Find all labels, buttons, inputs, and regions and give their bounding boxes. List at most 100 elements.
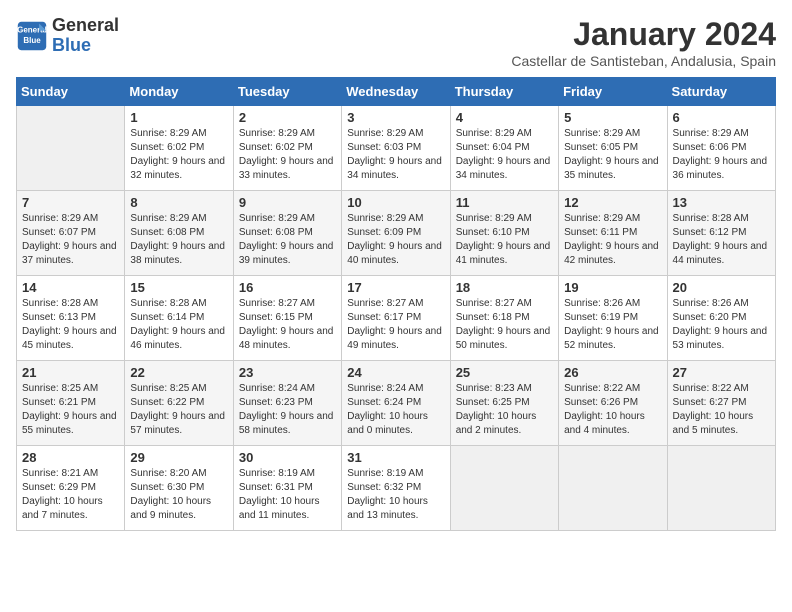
page-header: General Blue General Blue January 2024 C… bbox=[16, 16, 776, 69]
calendar-cell: 30 Sunrise: 8:19 AMSunset: 6:31 PMDayligh… bbox=[233, 446, 341, 531]
weekday-header-row: SundayMondayTuesdayWednesdayThursdayFrid… bbox=[17, 78, 776, 106]
weekday-header-cell: Wednesday bbox=[342, 78, 450, 106]
logo-text: General Blue bbox=[52, 16, 119, 56]
day-number: 30 bbox=[239, 450, 336, 465]
calendar-cell: 11 Sunrise: 8:29 AMSunset: 6:10 PMDayligh… bbox=[450, 191, 558, 276]
day-info: Sunrise: 8:19 AMSunset: 6:31 PMDaylight:… bbox=[239, 467, 336, 523]
calendar-cell bbox=[559, 446, 667, 531]
weekday-header-cell: Sunday bbox=[17, 78, 125, 106]
calendar-cell: 10 Sunrise: 8:29 AMSunset: 6:09 PMDayligh… bbox=[342, 191, 450, 276]
day-number: 4 bbox=[456, 110, 553, 125]
calendar-cell: 28 Sunrise: 8:21 AMSunset: 6:29 PMDayligh… bbox=[17, 446, 125, 531]
location: Castellar de Santisteban, Andalusia, Spa… bbox=[511, 53, 776, 69]
day-number: 7 bbox=[22, 195, 119, 210]
day-number: 20 bbox=[673, 280, 770, 295]
svg-text:Blue: Blue bbox=[23, 36, 41, 45]
day-info: Sunrise: 8:19 AMSunset: 6:32 PMDaylight:… bbox=[347, 467, 444, 523]
day-info: Sunrise: 8:26 AMSunset: 6:19 PMDaylight:… bbox=[564, 297, 661, 353]
day-info: Sunrise: 8:28 AMSunset: 6:12 PMDaylight:… bbox=[673, 212, 770, 268]
day-info: Sunrise: 8:29 AMSunset: 6:10 PMDaylight:… bbox=[456, 212, 553, 268]
day-info: Sunrise: 8:25 AMSunset: 6:22 PMDaylight:… bbox=[130, 382, 227, 438]
day-number: 15 bbox=[130, 280, 227, 295]
logo-icon: General Blue bbox=[16, 20, 48, 52]
calendar-cell: 5 Sunrise: 8:29 AMSunset: 6:05 PMDaylight… bbox=[559, 106, 667, 191]
calendar-cell: 17Sunrise: 8:27 AMSunset: 6:17 PMDayligh… bbox=[342, 276, 450, 361]
calendar-cell: 27Sunrise: 8:22 AMSunset: 6:27 PMDayligh… bbox=[667, 361, 775, 446]
day-info: Sunrise: 8:29 AMSunset: 6:04 PMDaylight:… bbox=[456, 127, 553, 183]
weekday-header-cell: Friday bbox=[559, 78, 667, 106]
day-info: Sunrise: 8:28 AMSunset: 6:14 PMDaylight:… bbox=[130, 297, 227, 353]
weekday-header-cell: Thursday bbox=[450, 78, 558, 106]
day-number: 24 bbox=[347, 365, 444, 380]
weekday-header-cell: Tuesday bbox=[233, 78, 341, 106]
day-info: Sunrise: 8:29 AMSunset: 6:02 PMDaylight:… bbox=[130, 127, 227, 183]
day-number: 29 bbox=[130, 450, 227, 465]
calendar-cell: 14 Sunrise: 8:28 AMSunset: 6:13 PMDayligh… bbox=[17, 276, 125, 361]
calendar-cell bbox=[667, 446, 775, 531]
calendar-cell: 7 Sunrise: 8:29 AMSunset: 6:07 PMDaylight… bbox=[17, 191, 125, 276]
calendar-cell: 26 Sunrise: 8:22 AMSunset: 6:26 PMDayligh… bbox=[559, 361, 667, 446]
calendar-cell: 29Sunrise: 8:20 AMSunset: 6:30 PMDayligh… bbox=[125, 446, 233, 531]
day-number: 27 bbox=[673, 365, 770, 380]
day-number: 6 bbox=[673, 110, 770, 125]
day-info: Sunrise: 8:29 AMSunset: 6:07 PMDaylight:… bbox=[22, 212, 119, 268]
day-number: 11 bbox=[456, 195, 553, 210]
calendar-cell: 1 Sunrise: 8:29 AMSunset: 6:02 PMDaylight… bbox=[125, 106, 233, 191]
day-info: Sunrise: 8:29 AMSunset: 6:02 PMDaylight:… bbox=[239, 127, 336, 183]
calendar-cell: 8Sunrise: 8:29 AMSunset: 6:08 PMDaylight… bbox=[125, 191, 233, 276]
day-info: Sunrise: 8:21 AMSunset: 6:29 PMDaylight:… bbox=[22, 467, 119, 523]
day-info: Sunrise: 8:28 AMSunset: 6:13 PMDaylight:… bbox=[22, 297, 119, 353]
calendar-table: SundayMondayTuesdayWednesdayThursdayFrid… bbox=[16, 77, 776, 531]
day-number: 26 bbox=[564, 365, 661, 380]
day-info: Sunrise: 8:29 AMSunset: 6:05 PMDaylight:… bbox=[564, 127, 661, 183]
calendar-cell: 31 Sunrise: 8:19 AMSunset: 6:32 PMDayligh… bbox=[342, 446, 450, 531]
day-number: 12 bbox=[564, 195, 661, 210]
day-number: 13 bbox=[673, 195, 770, 210]
calendar-cell: 20 Sunrise: 8:26 AMSunset: 6:20 PMDayligh… bbox=[667, 276, 775, 361]
month-title: January 2024 bbox=[511, 16, 776, 53]
day-number: 23 bbox=[239, 365, 336, 380]
calendar-cell: 6Sunrise: 8:29 AMSunset: 6:06 PMDaylight… bbox=[667, 106, 775, 191]
day-number: 25 bbox=[456, 365, 553, 380]
calendar-cell: 16Sunrise: 8:27 AMSunset: 6:15 PMDayligh… bbox=[233, 276, 341, 361]
day-info: Sunrise: 8:29 AMSunset: 6:09 PMDaylight:… bbox=[347, 212, 444, 268]
calendar-cell: 13 Sunrise: 8:28 AMSunset: 6:12 PMDayligh… bbox=[667, 191, 775, 276]
calendar-week-row: 1 Sunrise: 8:29 AMSunset: 6:02 PMDaylight… bbox=[17, 106, 776, 191]
calendar-cell: 18 Sunrise: 8:27 AMSunset: 6:18 PMDayligh… bbox=[450, 276, 558, 361]
day-number: 18 bbox=[456, 280, 553, 295]
calendar-cell: 21 Sunrise: 8:25 AMSunset: 6:21 PMDayligh… bbox=[17, 361, 125, 446]
calendar-cell: 23Sunrise: 8:24 AMSunset: 6:23 PMDayligh… bbox=[233, 361, 341, 446]
calendar-cell: 15 Sunrise: 8:28 AMSunset: 6:14 PMDayligh… bbox=[125, 276, 233, 361]
day-info: Sunrise: 8:27 AMSunset: 6:18 PMDaylight:… bbox=[456, 297, 553, 353]
day-number: 5 bbox=[564, 110, 661, 125]
day-number: 14 bbox=[22, 280, 119, 295]
logo: General Blue General Blue bbox=[16, 16, 119, 56]
day-number: 10 bbox=[347, 195, 444, 210]
calendar-cell: 12 Sunrise: 8:29 AMSunset: 6:11 PMDayligh… bbox=[559, 191, 667, 276]
day-info: Sunrise: 8:29 AMSunset: 6:03 PMDaylight:… bbox=[347, 127, 444, 183]
calendar-cell: 2Sunrise: 8:29 AMSunset: 6:02 PMDaylight… bbox=[233, 106, 341, 191]
calendar-week-row: 7 Sunrise: 8:29 AMSunset: 6:07 PMDaylight… bbox=[17, 191, 776, 276]
day-info: Sunrise: 8:24 AMSunset: 6:24 PMDaylight:… bbox=[347, 382, 444, 438]
day-number: 28 bbox=[22, 450, 119, 465]
day-info: Sunrise: 8:22 AMSunset: 6:26 PMDaylight:… bbox=[564, 382, 661, 438]
day-info: Sunrise: 8:27 AMSunset: 6:15 PMDaylight:… bbox=[239, 297, 336, 353]
day-info: Sunrise: 8:27 AMSunset: 6:17 PMDaylight:… bbox=[347, 297, 444, 353]
day-number: 21 bbox=[22, 365, 119, 380]
calendar-week-row: 14 Sunrise: 8:28 AMSunset: 6:13 PMDayligh… bbox=[17, 276, 776, 361]
weekday-header-cell: Saturday bbox=[667, 78, 775, 106]
day-number: 1 bbox=[130, 110, 227, 125]
day-number: 19 bbox=[564, 280, 661, 295]
calendar-cell bbox=[450, 446, 558, 531]
calendar-body: 1 Sunrise: 8:29 AMSunset: 6:02 PMDaylight… bbox=[17, 106, 776, 531]
day-info: Sunrise: 8:26 AMSunset: 6:20 PMDaylight:… bbox=[673, 297, 770, 353]
day-info: Sunrise: 8:29 AMSunset: 6:11 PMDaylight:… bbox=[564, 212, 661, 268]
day-info: Sunrise: 8:25 AMSunset: 6:21 PMDaylight:… bbox=[22, 382, 119, 438]
calendar-cell bbox=[17, 106, 125, 191]
logo-line2: Blue bbox=[52, 35, 91, 55]
day-number: 31 bbox=[347, 450, 444, 465]
day-info: Sunrise: 8:29 AMSunset: 6:08 PMDaylight:… bbox=[130, 212, 227, 268]
day-number: 9 bbox=[239, 195, 336, 210]
calendar-cell: 3Sunrise: 8:29 AMSunset: 6:03 PMDaylight… bbox=[342, 106, 450, 191]
day-number: 22 bbox=[130, 365, 227, 380]
